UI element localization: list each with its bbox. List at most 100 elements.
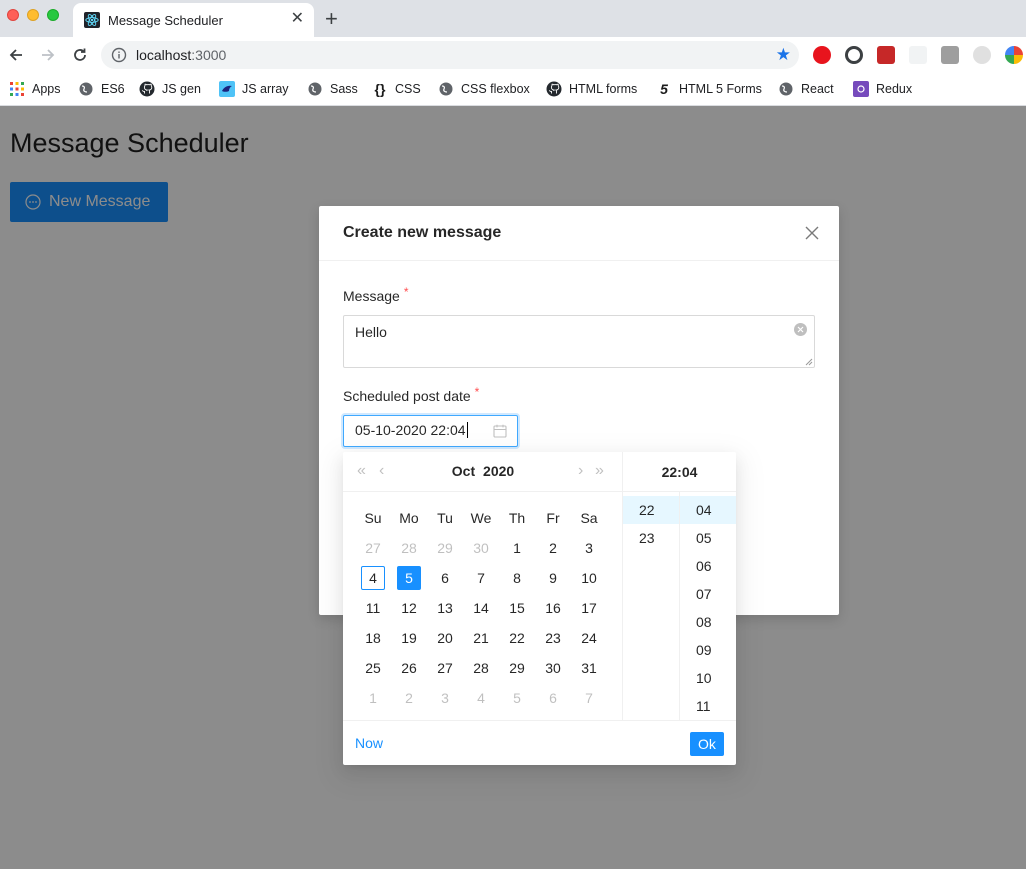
- bookmark-redux[interactable]: Redux: [853, 80, 912, 98]
- minute-option[interactable]: 10: [680, 664, 736, 692]
- calendar-day[interactable]: 6: [535, 686, 571, 710]
- bookmark-css[interactable]: {} CSS: [372, 80, 421, 98]
- chrome-extension-icon[interactable]: [1005, 46, 1023, 64]
- calendar-day[interactable]: 12: [391, 596, 427, 620]
- calendar-day-today[interactable]: 4: [355, 566, 391, 590]
- calendar-day[interactable]: 24: [571, 626, 607, 650]
- picker-month[interactable]: Oct: [452, 463, 475, 479]
- bookmark-sass[interactable]: Sass: [307, 80, 358, 98]
- calendar-day[interactable]: 25: [355, 656, 391, 680]
- resize-handle-icon[interactable]: [804, 357, 813, 366]
- bookmark-apps[interactable]: Apps: [9, 80, 61, 98]
- calendar-day[interactable]: 7: [571, 686, 607, 710]
- url-port: :3000: [191, 47, 227, 63]
- message-textarea[interactable]: Hello: [343, 315, 815, 368]
- date-panel: « ‹ Oct 2020 › » Su Mo Tu We Th Fr Sa 27 28 29 30 1…: [343, 452, 623, 720]
- back-button[interactable]: [4, 43, 28, 67]
- close-window-button[interactable]: [7, 9, 19, 21]
- next-month-icon[interactable]: ›: [578, 461, 583, 481]
- calendar-day[interactable]: 27: [427, 656, 463, 680]
- minute-column[interactable]: 04 05 06 07 08 09 10 11: [680, 492, 736, 720]
- calendar-day[interactable]: 17: [571, 596, 607, 620]
- calendar-day[interactable]: 2: [391, 686, 427, 710]
- calendar-day[interactable]: 11: [355, 596, 391, 620]
- calendar-day[interactable]: 7: [463, 566, 499, 590]
- bookmark-css-flexbox[interactable]: CSS flexbox: [438, 80, 530, 98]
- forward-button[interactable]: [36, 43, 60, 67]
- new-tab-button[interactable]: +: [325, 7, 338, 31]
- calendar-day[interactable]: 4: [463, 686, 499, 710]
- calendar-day[interactable]: 9: [535, 566, 571, 590]
- minute-option[interactable]: 06: [680, 552, 736, 580]
- calendar-day[interactable]: 1: [499, 536, 535, 560]
- adblock-extension-icon[interactable]: [813, 46, 831, 64]
- calendar-day[interactable]: 20: [427, 626, 463, 650]
- calendar-day-selected[interactable]: 5: [391, 566, 427, 590]
- bookmark-html-forms[interactable]: HTML forms: [546, 80, 637, 98]
- bookmark-react[interactable]: React: [778, 80, 834, 98]
- calendar-day[interactable]: 28: [391, 536, 427, 560]
- minute-option[interactable]: 08: [680, 608, 736, 636]
- tab-close-icon[interactable]: ✕: [291, 10, 304, 28]
- calendar-day[interactable]: 8: [499, 566, 535, 590]
- reload-button[interactable]: [68, 43, 92, 67]
- calendar-day[interactable]: 5: [499, 686, 535, 710]
- scheduled-date-input[interactable]: 05-10-2020 22:04: [343, 415, 518, 447]
- now-link[interactable]: Now: [355, 735, 383, 751]
- minute-option[interactable]: 07: [680, 580, 736, 608]
- bookmark-js-gen[interactable]: JS gen: [139, 80, 201, 98]
- calendar-day[interactable]: 27: [355, 536, 391, 560]
- calendar-day[interactable]: 2: [535, 536, 571, 560]
- calendar-day[interactable]: 30: [535, 656, 571, 680]
- bookmark-es6[interactable]: ES6: [78, 80, 125, 98]
- info-icon[interactable]: [111, 47, 127, 63]
- bookmark-star-icon[interactable]: ★: [776, 45, 791, 65]
- next-year-icon[interactable]: »: [595, 461, 604, 481]
- hour-option[interactable]: 23: [623, 524, 679, 552]
- calendar-day[interactable]: 3: [571, 536, 607, 560]
- clear-icon[interactable]: [794, 323, 807, 336]
- browser-tab[interactable]: Message Scheduler ✕: [73, 3, 314, 37]
- maximize-window-button[interactable]: [47, 9, 59, 21]
- calendar-icon[interactable]: [493, 424, 507, 438]
- bookmark-html5-forms[interactable]: 5 HTML 5 Forms: [656, 80, 762, 98]
- calendar-day[interactable]: 10: [571, 566, 607, 590]
- calendar-day[interactable]: 31: [571, 656, 607, 680]
- calendar-day[interactable]: 14: [463, 596, 499, 620]
- ok-button[interactable]: Ok: [690, 732, 724, 756]
- hour-column[interactable]: 22 23: [623, 492, 680, 720]
- copy-extension-icon[interactable]: [941, 46, 959, 64]
- calendar-day[interactable]: 16: [535, 596, 571, 620]
- hour-option[interactable]: 22: [623, 496, 679, 524]
- minute-option[interactable]: 09: [680, 636, 736, 664]
- calendar-day-number: 29: [437, 540, 453, 556]
- calendar-day[interactable]: 1: [355, 686, 391, 710]
- address-bar[interactable]: localhost:3000 ★: [101, 41, 799, 69]
- close-icon[interactable]: [803, 224, 821, 242]
- grammarly-extension-icon[interactable]: [845, 46, 863, 64]
- minute-option[interactable]: 05: [680, 524, 736, 552]
- minimize-window-button[interactable]: [27, 9, 39, 21]
- calendar-grid: Su Mo Tu We Th Fr Sa 27 28 29 30 1 2 3 4 5 6 7 8 9 10 11 12 13 1…: [355, 503, 607, 713]
- calendar-day[interactable]: 23: [535, 626, 571, 650]
- colorpick-extension-icon[interactable]: [877, 46, 895, 64]
- calendar-day[interactable]: 29: [499, 656, 535, 680]
- bookmark-js-array[interactable]: JS array: [219, 80, 289, 98]
- minute-option[interactable]: 04: [680, 496, 736, 524]
- timer-extension-icon[interactable]: [973, 46, 991, 64]
- json-extension-icon[interactable]: [909, 46, 927, 64]
- calendar-day[interactable]: 3: [427, 686, 463, 710]
- calendar-day[interactable]: 29: [427, 536, 463, 560]
- calendar-day[interactable]: 21: [463, 626, 499, 650]
- minute-option[interactable]: 11: [680, 692, 736, 720]
- calendar-day[interactable]: 22: [499, 626, 535, 650]
- calendar-day[interactable]: 30: [463, 536, 499, 560]
- calendar-day[interactable]: 26: [391, 656, 427, 680]
- calendar-day[interactable]: 15: [499, 596, 535, 620]
- picker-year[interactable]: 2020: [483, 463, 514, 479]
- calendar-day[interactable]: 13: [427, 596, 463, 620]
- calendar-day[interactable]: 19: [391, 626, 427, 650]
- calendar-day[interactable]: 6: [427, 566, 463, 590]
- calendar-day[interactable]: 18: [355, 626, 391, 650]
- calendar-day[interactable]: 28: [463, 656, 499, 680]
